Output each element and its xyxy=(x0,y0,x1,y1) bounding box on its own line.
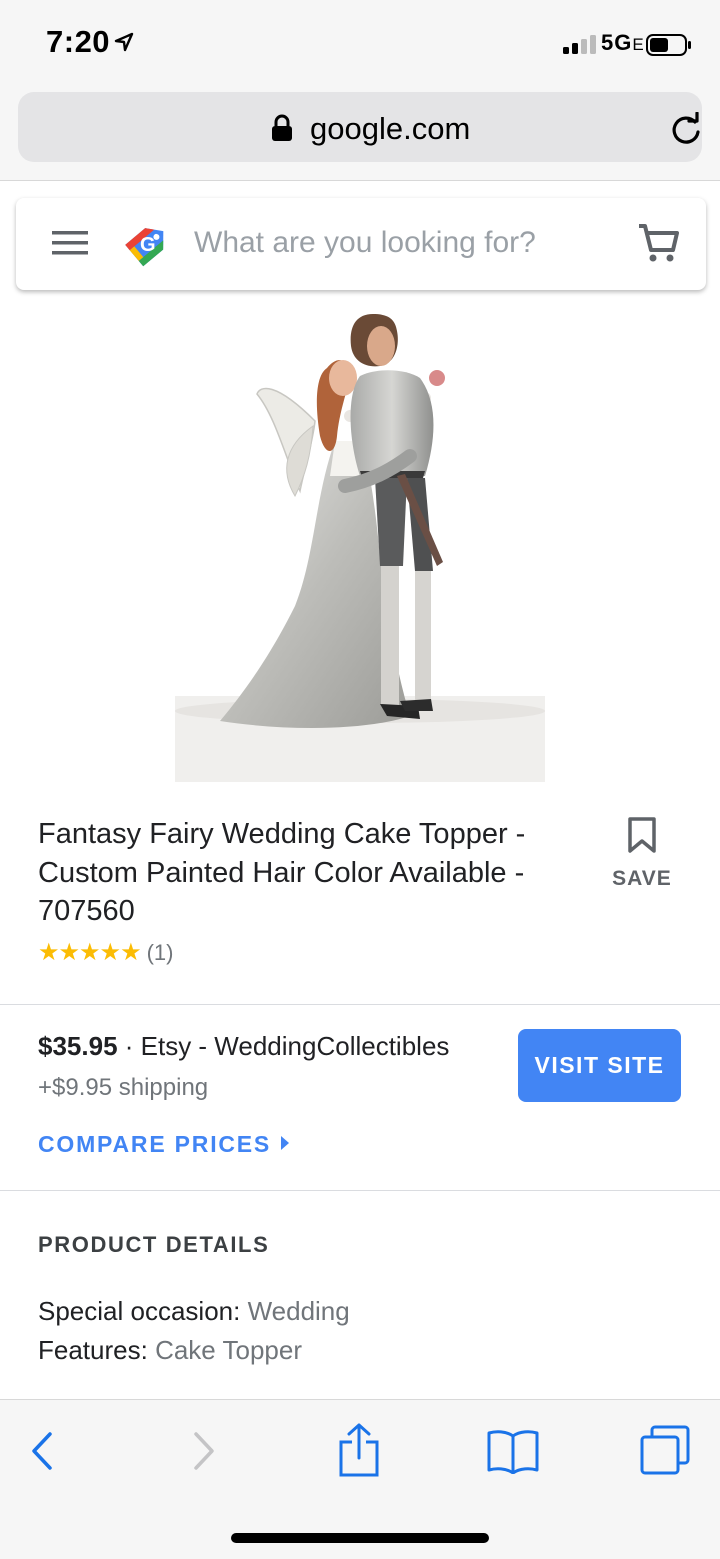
rating[interactable]: ★★★★★ (1) xyxy=(38,938,173,967)
detail-label: Special occasion: xyxy=(38,1296,241,1326)
detail-label: Features: xyxy=(38,1335,148,1365)
separator: · xyxy=(117,1031,141,1061)
bookmarks-icon[interactable] xyxy=(486,1428,540,1479)
save-label: SAVE xyxy=(612,867,672,890)
product-image[interactable] xyxy=(175,306,545,782)
status-time: 7:20 xyxy=(46,24,111,59)
network-type: 5GE xyxy=(601,30,645,55)
browser-address-area: google.com xyxy=(0,88,720,181)
price: $35.95 xyxy=(38,1031,118,1061)
home-indicator[interactable] xyxy=(231,1533,489,1543)
product-title: Fantasy Fairy Wedding Cake Topper - Cust… xyxy=(38,818,526,927)
forward-icon[interactable] xyxy=(188,1428,218,1479)
divider xyxy=(0,1004,720,1005)
tabs-icon[interactable] xyxy=(639,1424,691,1481)
shopping-cart-icon[interactable] xyxy=(637,222,679,269)
status-bar: 7:20 5GE xyxy=(0,0,720,88)
detail-row: Special occasion: Wedding xyxy=(38,1296,350,1327)
detail-value: Cake Topper xyxy=(155,1335,303,1365)
url-text: google.com xyxy=(310,111,471,146)
compare-prices-label: COMPARE PRICES xyxy=(38,1131,272,1157)
divider xyxy=(0,1190,720,1191)
search-input[interactable]: What are you looking for? xyxy=(194,226,536,260)
offer-line: $35.95 · Etsy - WeddingCollectibles xyxy=(38,1031,449,1062)
product-details-heading: PRODUCT DETAILS xyxy=(38,1232,270,1257)
review-count: (1) xyxy=(146,940,174,965)
save-button[interactable]: SAVE xyxy=(608,816,676,891)
shipping-cost: +$9.95 shipping xyxy=(38,1074,209,1101)
bookmark-icon xyxy=(627,817,657,858)
back-icon[interactable] xyxy=(28,1428,58,1479)
visit-site-button[interactable]: VISIT SITE xyxy=(518,1029,681,1102)
signal-strength-icon xyxy=(563,34,597,59)
google-shopping-logo-icon[interactable]: G xyxy=(122,218,174,275)
lock-icon xyxy=(271,114,293,147)
location-arrow-icon xyxy=(114,32,134,57)
detail-row: Features: Cake Topper xyxy=(38,1335,302,1366)
caret-right-icon xyxy=(281,1136,290,1150)
svg-text:G: G xyxy=(140,234,156,256)
reload-icon[interactable] xyxy=(669,111,703,151)
address-bar[interactable]: google.com xyxy=(18,92,702,162)
compare-prices-link[interactable]: COMPARE PRICES xyxy=(38,1131,290,1158)
share-icon[interactable] xyxy=(338,1422,380,1483)
battery-icon xyxy=(646,34,692,61)
shopping-search-bar: G What are you looking for? xyxy=(16,198,706,290)
seller: Etsy - WeddingCollectibles xyxy=(140,1031,450,1061)
detail-value: Wedding xyxy=(247,1296,350,1326)
hamburger-menu-icon[interactable] xyxy=(52,230,88,261)
rating-stars: ★★★★★ xyxy=(38,939,142,966)
